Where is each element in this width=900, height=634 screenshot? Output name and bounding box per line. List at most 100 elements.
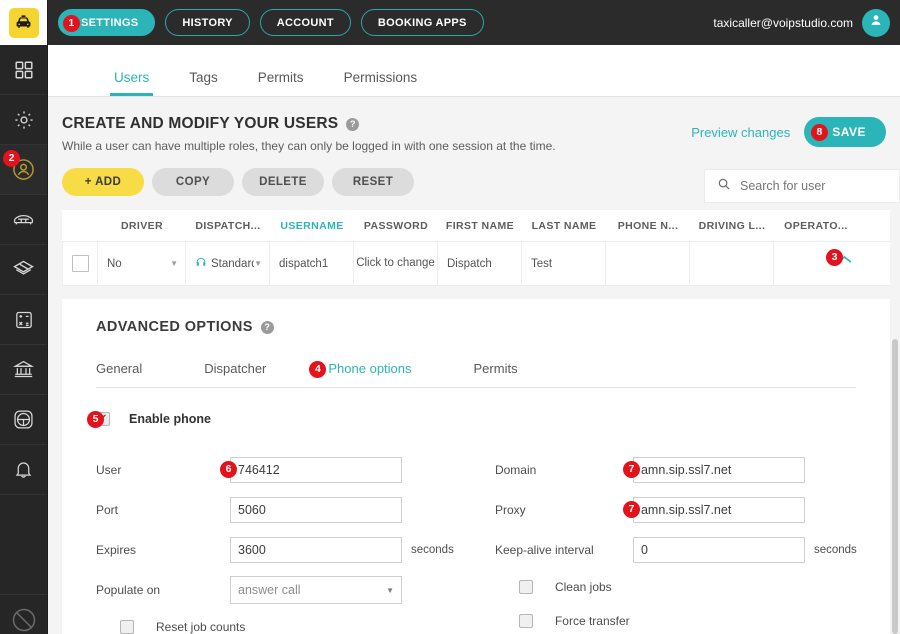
adv-tab-phone-options[interactable]: 4 Phone options xyxy=(309,361,412,378)
nav-tab-account[interactable]: ACCOUNT xyxy=(259,9,351,36)
nav-tab-account-label: ACCOUNT xyxy=(276,16,334,29)
cell-driver[interactable]: No ▼ xyxy=(98,242,186,285)
field-populate-on-label: Populate on xyxy=(96,583,161,597)
th-first-name[interactable]: FIRST NAME xyxy=(438,220,522,232)
clean-jobs-label: Clean jobs xyxy=(554,580,612,594)
topbar-user-area: taxicaller@voipstudio.com xyxy=(713,8,900,37)
cell-operator[interactable]: 3 xyxy=(774,242,858,285)
expires-input[interactable] xyxy=(230,537,402,563)
field-proxy-label: Proxy xyxy=(494,503,526,517)
advanced-options-tabs: General Dispatcher 4 Phone options Permi… xyxy=(96,361,856,388)
sidebar-item-pricing[interactable] xyxy=(0,295,47,345)
force-transfer-row: Force transfer xyxy=(495,604,890,634)
field-user: User 6 xyxy=(96,450,495,490)
user-icon xyxy=(868,12,884,33)
tab-tags[interactable]: Tags xyxy=(185,70,222,96)
copy-button[interactable]: COPY xyxy=(152,168,234,196)
row-select-cell[interactable] xyxy=(62,242,98,285)
taxi-icon xyxy=(8,7,39,38)
preview-changes-link[interactable]: Preview changes xyxy=(691,125,790,140)
search-input[interactable] xyxy=(740,179,880,193)
sidebar-item-vehicles[interactable] xyxy=(0,195,47,245)
cell-password[interactable]: Click to change xyxy=(354,242,438,285)
map-layers-icon xyxy=(12,258,35,281)
page-header: CREATE AND MODIFY YOUR USERS ? While a u… xyxy=(48,97,900,203)
chevron-down-icon[interactable]: ▼ xyxy=(170,259,178,268)
sidebar-empty-space xyxy=(0,495,47,595)
nav-tab-booking-apps[interactable]: BOOKING APPS xyxy=(360,9,484,36)
th-operator[interactable]: OPERATO... xyxy=(774,220,858,232)
add-button[interactable]: + ADD xyxy=(62,168,144,196)
domain-input[interactable] xyxy=(632,457,805,483)
adv-tab-permits[interactable]: Permits xyxy=(474,361,518,376)
th-last-name[interactable]: LAST NAME xyxy=(522,220,606,232)
avatar[interactable] xyxy=(862,8,890,37)
steering-wheel-icon xyxy=(12,408,35,431)
adv-tab-permits-label: Permits xyxy=(473,361,518,376)
th-dispatcher[interactable]: DISPATCH... xyxy=(186,220,270,232)
save-button[interactable]: 8 SAVE xyxy=(804,117,886,147)
adv-tab-general[interactable]: General xyxy=(96,361,142,376)
tab-permissions[interactable]: Permissions xyxy=(340,70,422,96)
clean-jobs-checkbox[interactable] xyxy=(518,580,533,594)
keep-alive-input[interactable] xyxy=(632,537,805,563)
sidebar-item-zones[interactable] xyxy=(0,245,47,295)
field-port-label: Port xyxy=(96,503,119,517)
tab-permissions-label: Permissions xyxy=(343,70,418,85)
user-input[interactable] xyxy=(230,457,402,483)
nav-tab-settings[interactable]: 1 SETTINGS xyxy=(58,9,156,36)
field-keep-alive-label: Keep-alive interval xyxy=(494,543,594,557)
expires-unit-label: seconds xyxy=(411,544,454,556)
cell-phone-number[interactable] xyxy=(606,242,690,285)
sidebar-item-drivers[interactable] xyxy=(0,395,47,445)
cell-last-name[interactable]: Test xyxy=(522,242,606,285)
th-driving-licence[interactable]: DRIVING L... xyxy=(690,220,774,232)
tab-users[interactable]: Users xyxy=(110,70,154,96)
table-row[interactable]: No ▼ Standard ▼ dispatch1 Click to chang… xyxy=(62,242,890,286)
chevron-down-icon[interactable]: ▼ xyxy=(254,259,262,268)
sidebar-item-settings[interactable] xyxy=(0,95,47,145)
delete-button[interactable]: DELETE xyxy=(242,168,324,196)
sidebar-item-users[interactable]: 2 xyxy=(0,145,47,195)
search-bar[interactable] xyxy=(704,169,900,203)
bell-icon xyxy=(13,459,34,480)
step-badge-7-domain: 7 xyxy=(622,461,640,478)
row-checkbox[interactable] xyxy=(71,255,89,272)
port-input[interactable] xyxy=(230,497,402,523)
cell-first-name[interactable]: Dispatch xyxy=(438,242,522,285)
proxy-input[interactable] xyxy=(632,497,805,523)
step-badge-2: 2 xyxy=(3,150,20,167)
help-icon[interactable]: ? xyxy=(346,117,360,131)
app-logo[interactable] xyxy=(0,0,47,45)
reset-button[interactable]: RESET xyxy=(332,168,414,196)
th-username[interactable]: USERNAME xyxy=(270,220,354,232)
sidebar-item-accounting[interactable] xyxy=(0,345,47,395)
populate-on-value: answer call xyxy=(238,583,301,597)
row-expand-toggle[interactable]: 3 xyxy=(826,249,853,268)
user-email-label: taxicaller@voipstudio.com xyxy=(713,15,853,30)
populate-on-select[interactable]: answer call ▼ xyxy=(230,576,402,604)
adv-tab-dispatcher[interactable]: Dispatcher xyxy=(204,361,266,376)
th-phone-number[interactable]: PHONE N... xyxy=(606,220,690,232)
vertical-scrollbar[interactable] xyxy=(892,339,898,634)
sidebar-item-dashboard[interactable] xyxy=(0,45,47,95)
sidebar-item-partial[interactable] xyxy=(0,595,47,634)
step-badge-7-proxy: 7 xyxy=(622,501,640,518)
th-password[interactable]: PASSWORD xyxy=(354,220,438,232)
cell-username[interactable]: dispatch1 xyxy=(270,242,354,285)
top-navigation-bar: 1 SETTINGS HISTORY ACCOUNT BOOKING APPS … xyxy=(48,0,900,45)
field-keep-alive-interval: Keep-alive interval seconds xyxy=(495,530,890,570)
advanced-options-panel: ADVANCED OPTIONS ? General Dispatcher 4 … xyxy=(62,299,890,634)
tab-permits[interactable]: Permits xyxy=(254,70,308,96)
help-icon[interactable]: ? xyxy=(260,320,274,334)
force-transfer-checkbox[interactable] xyxy=(518,614,533,628)
sidebar-item-notifications[interactable] xyxy=(0,445,47,495)
section-tabs: Users Tags Permits Permissions xyxy=(48,45,900,97)
reset-job-counts-checkbox[interactable] xyxy=(120,620,134,634)
nav-tab-history[interactable]: HISTORY xyxy=(165,9,250,36)
step-badge-5: 5 xyxy=(87,411,104,428)
cell-dispatcher[interactable]: Standard ▼ xyxy=(186,242,270,285)
th-driver[interactable]: DRIVER xyxy=(98,220,186,232)
cell-driving-licence[interactable] xyxy=(690,242,774,285)
cell-dispatcher-value: Standard xyxy=(211,257,255,270)
